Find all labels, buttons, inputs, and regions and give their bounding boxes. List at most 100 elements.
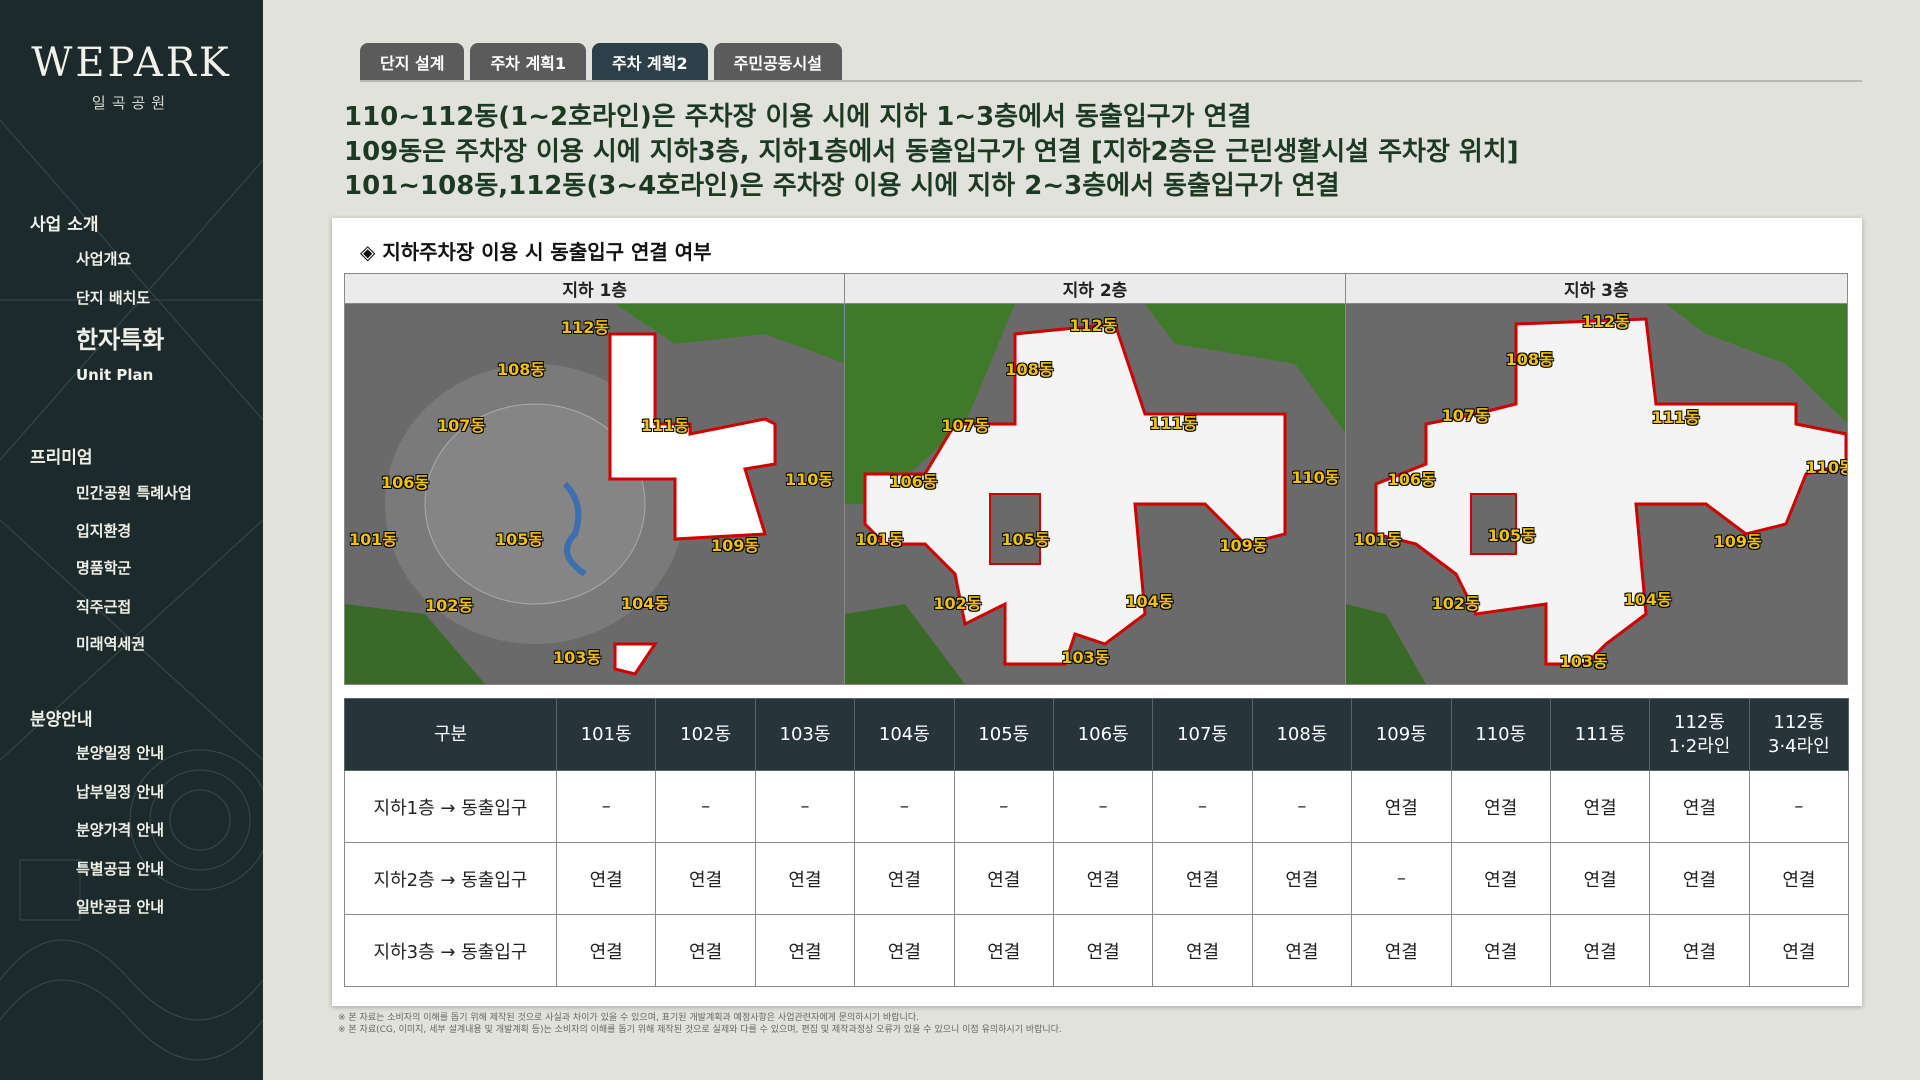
footnote-2: ※ 본 자료(CG, 이미지, 세부 설계내용 및 개발계획 등)는 소비자의 … <box>338 1025 1062 1035</box>
connection-cell: 연결 <box>1748 914 1850 987</box>
connection-cell: 연결 <box>1251 842 1353 915</box>
building-label: 103동 <box>1061 648 1110 667</box>
connection-cell: 연결 <box>1549 842 1651 915</box>
tab-divider <box>360 80 1862 82</box>
brand-subtitle: 일곡공원 <box>91 94 172 112</box>
connection-cell: 연결 <box>1649 842 1750 915</box>
table-header-category: 구분 <box>344 698 557 771</box>
building-label: 111동 <box>1651 408 1700 427</box>
row-header: 지하1층 → 동출입구 <box>344 770 557 843</box>
table-row: 지하2층 → 동출입구 연결 연결 연결 연결 연결 연결 연결 연결 – 연결 연결 연결 연결 <box>344 842 1850 915</box>
brand-logo[interactable]: WEPARK <box>0 40 263 86</box>
map-b2: 지하 2층 112동 108동 107동 111동 110동 106동 101동… <box>845 274 1346 684</box>
table-header-building: 109동 <box>1351 698 1452 771</box>
building-label: 101동 <box>349 530 398 549</box>
building-label: 104동 <box>621 594 670 613</box>
headline-2: 109동은 주차장 이용 시에 지하3층, 지하1층에서 동출입구가 연결 [지… <box>344 137 1519 167</box>
row-header: 지하2층 → 동출입구 <box>344 842 557 915</box>
nav-group-business[interactable]: 사업 소개 <box>30 210 98 235</box>
building-label: 106동 <box>1387 470 1436 489</box>
building-label: 101동 <box>855 530 904 549</box>
map-heading: 지하 3층 <box>1345 274 1847 304</box>
connection-cell: – <box>1748 770 1850 843</box>
map-b1: 지하 1층 112동 108동 107동 111동 110동 106동 101동… <box>345 274 846 684</box>
connection-cell: 연결 <box>854 842 955 915</box>
connection-table: 구분 101동 102동 103동 104동 105동 106동 107동 108동 109동 11… <box>344 698 1850 987</box>
tab-complex-design[interactable]: 단지 설계 <box>360 43 465 81</box>
nav-item-workplace[interactable]: 직주근접 <box>76 596 131 617</box>
connection-cell: 연결 <box>1549 914 1651 987</box>
building-label: 104동 <box>1623 590 1672 609</box>
building-label: 112동 <box>1581 312 1630 331</box>
connection-cell: 연결 <box>555 842 657 915</box>
connection-cell: 연결 <box>1748 842 1850 915</box>
nav-item-payment-schedule[interactable]: 납부일정 안내 <box>76 781 164 802</box>
nav-item-overview[interactable]: 사업개요 <box>76 248 131 269</box>
nav-item-sales-schedule[interactable]: 분양일정 안내 <box>76 742 164 763</box>
connection-cell: – <box>655 770 756 843</box>
building-label: 102동 <box>425 596 474 615</box>
map-image[interactable]: 112동 108동 107동 111동 110동 106동 101동 105동 … <box>1345 304 1847 684</box>
nav-item-unit-plan[interactable]: Unit Plan <box>76 366 153 384</box>
connection-cell: 연결 <box>1549 770 1651 843</box>
table-header-building: 108동 <box>1251 698 1353 771</box>
building-label: 105동 <box>495 530 544 549</box>
building-label: 105동 <box>1001 530 1050 549</box>
nav-item-price[interactable]: 분양가격 안내 <box>76 819 164 840</box>
building-label: 101동 <box>1353 530 1402 549</box>
floor-maps: 지하 1층 112동 108동 107동 111동 110동 106동 101동… <box>344 273 1848 685</box>
connection-cell: 연결 <box>1450 842 1551 915</box>
nav-item-park-project[interactable]: 민간공원 특례사업 <box>76 482 192 503</box>
row-header: 지하3층 → 동출입구 <box>344 914 557 987</box>
nav-group-sales[interactable]: 분양안내 <box>30 705 93 730</box>
connection-cell: 연결 <box>1351 770 1452 843</box>
map-image[interactable]: 112동 108동 107동 111동 110동 106동 101동 105동 … <box>845 304 1345 684</box>
building-label: 104동 <box>1125 592 1174 611</box>
connection-cell: – <box>854 770 955 843</box>
table-header-building: 110동 <box>1450 698 1551 771</box>
connection-cell: – <box>1152 770 1253 843</box>
connection-cell: 연결 <box>754 914 856 987</box>
connection-cell: – <box>953 770 1054 843</box>
map-b3: 지하 3층 112동 108동 107동 111동 110동 106동 101동… <box>1345 274 1847 684</box>
nav-item-site-plan[interactable]: 단지 배치도 <box>76 287 150 308</box>
nav-item-station[interactable]: 미래역세권 <box>76 633 145 654</box>
table-header-building: 104동 <box>854 698 955 771</box>
connection-cell: 연결 <box>953 914 1054 987</box>
building-label: 107동 <box>437 416 486 435</box>
map-image[interactable]: 112동 108동 107동 111동 110동 106동 101동 105동 … <box>345 304 845 684</box>
connection-cell: 연결 <box>1052 914 1154 987</box>
connection-cell: – <box>1052 770 1154 843</box>
nav-item-special-feature[interactable]: 한자특화 <box>76 320 164 355</box>
connection-cell: 연결 <box>655 914 756 987</box>
table-header-row: 구분 101동 102동 103동 104동 105동 106동 107동 108동 109동 11… <box>344 698 1850 771</box>
building-label: 108동 <box>1505 350 1554 369</box>
table-header-building: 112동 1·2라인 <box>1649 698 1750 771</box>
table-row: 지하3층 → 동출입구 연결 연결 연결 연결 연결 연결 연결 연결 연결 연결 연결 연결 연결 <box>344 914 1850 987</box>
building-label: 102동 <box>933 594 982 613</box>
table-header-building: 106동 <box>1052 698 1154 771</box>
connection-cell: 연결 <box>1649 914 1750 987</box>
building-label: 106동 <box>889 472 938 491</box>
connection-cell: 연결 <box>1450 770 1551 843</box>
building-label: 108동 <box>497 360 546 379</box>
map-heading: 지하 1층 <box>345 274 845 304</box>
nav-item-location[interactable]: 입지환경 <box>76 520 131 541</box>
nav-item-general-supply[interactable]: 일반공급 안내 <box>76 896 164 917</box>
connection-cell: 연결 <box>754 842 856 915</box>
tab-community-facility[interactable]: 주민공동시설 <box>713 43 842 81</box>
building-label: 106동 <box>381 473 430 492</box>
building-label: 103동 <box>1559 652 1608 671</box>
building-label: 107동 <box>1441 406 1490 425</box>
connection-cell: 연결 <box>854 914 955 987</box>
nav-group-premium[interactable]: 프리미엄 <box>30 443 93 468</box>
building-label: 112동 <box>1069 316 1118 335</box>
nav-item-special-supply[interactable]: 특별공급 안내 <box>76 858 164 879</box>
tab-parking-plan-2[interactable]: 주차 계획2 <box>592 43 708 81</box>
table-header-building: 111동 <box>1549 698 1651 771</box>
tab-parking-plan-1[interactable]: 주차 계획1 <box>470 43 587 81</box>
building-label: 102동 <box>1431 594 1480 613</box>
map-heading: 지하 2층 <box>845 274 1345 304</box>
parking-connection-card: ◈ 지하주차장 이용 시 동출입구 연결 여부 지하 1층 112동 108동 … <box>332 218 1862 1006</box>
nav-item-school[interactable]: 명품학군 <box>76 557 131 578</box>
